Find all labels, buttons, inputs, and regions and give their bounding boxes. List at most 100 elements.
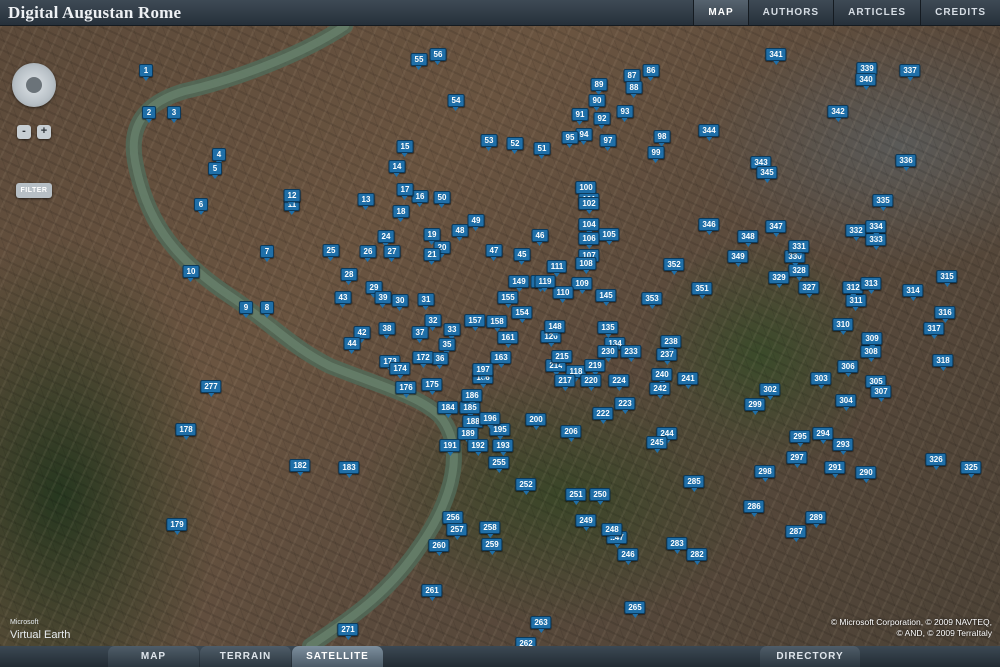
map-marker[interactable]: 196: [479, 411, 501, 429]
map-marker[interactable]: 88: [625, 81, 643, 99]
map-marker[interactable]: 27: [383, 245, 401, 263]
map-marker[interactable]: 242: [649, 381, 671, 399]
map-marker[interactable]: 224: [608, 373, 630, 391]
map-marker[interactable]: 12: [283, 189, 301, 207]
map-marker[interactable]: 344: [698, 124, 720, 142]
map-marker[interactable]: 25: [322, 244, 340, 262]
map-marker[interactable]: 265: [624, 600, 646, 618]
map-marker[interactable]: 191: [439, 439, 461, 457]
map-marker[interactable]: 54: [447, 94, 465, 112]
map-marker[interactable]: 157: [464, 313, 486, 331]
map-marker[interactable]: 306: [837, 359, 859, 377]
map-marker[interactable]: 193: [492, 439, 514, 457]
map-marker[interactable]: 285: [683, 474, 705, 492]
nav-authors[interactable]: AUTHORS: [747, 0, 833, 25]
map-marker[interactable]: 348: [737, 230, 759, 248]
map-marker[interactable]: 149: [508, 275, 530, 293]
map-marker[interactable]: 6: [194, 197, 208, 215]
map-marker[interactable]: 35: [438, 337, 456, 355]
map-marker[interactable]: 18: [392, 205, 410, 223]
map-marker[interactable]: 184: [437, 400, 459, 418]
map-marker[interactable]: 55: [410, 53, 428, 71]
map-marker[interactable]: 1: [139, 64, 153, 82]
map-marker[interactable]: 161: [497, 331, 519, 349]
map-marker[interactable]: 158: [486, 315, 508, 333]
map-marker[interactable]: 110: [552, 285, 574, 303]
tab-terrain[interactable]: TERRAIN: [200, 646, 291, 667]
map-marker[interactable]: 200: [525, 413, 547, 431]
map-marker[interactable]: 298: [754, 465, 776, 483]
map-marker[interactable]: 262: [515, 637, 537, 646]
map-marker[interactable]: 178: [175, 423, 197, 441]
map-marker[interactable]: 346: [698, 218, 720, 236]
map-marker[interactable]: 45: [513, 247, 531, 265]
map-marker[interactable]: 336: [895, 154, 917, 172]
map-marker[interactable]: 189: [457, 426, 479, 444]
map-marker[interactable]: 30: [391, 294, 409, 312]
map-marker[interactable]: 26: [359, 245, 377, 263]
zoom-in-button[interactable]: +: [37, 125, 51, 139]
map-marker[interactable]: 318: [932, 353, 954, 371]
map-marker[interactable]: 182: [289, 458, 311, 476]
map-marker[interactable]: 3: [167, 105, 181, 123]
map-marker[interactable]: 313: [860, 277, 882, 295]
map-marker[interactable]: 2: [142, 105, 156, 123]
map-marker[interactable]: 174: [389, 361, 411, 379]
pan-control[interactable]: [12, 63, 56, 107]
map-marker[interactable]: 14: [388, 159, 406, 177]
map-marker[interactable]: 97: [599, 134, 617, 152]
map-marker[interactable]: 259: [481, 537, 503, 555]
map-marker[interactable]: 15: [396, 139, 414, 157]
map-marker[interactable]: 31: [417, 293, 435, 311]
map-marker[interactable]: 310: [832, 317, 854, 335]
map-marker[interactable]: 206: [560, 424, 582, 442]
map-marker[interactable]: 53: [480, 134, 498, 152]
map-marker[interactable]: 183: [338, 461, 360, 479]
map-marker[interactable]: 33: [443, 323, 461, 341]
map-marker[interactable]: 326: [925, 452, 947, 470]
map-marker[interactable]: 287: [785, 525, 807, 543]
map-marker[interactable]: 176: [395, 381, 417, 399]
map-marker[interactable]: 294: [812, 426, 834, 444]
map-marker[interactable]: 238: [660, 334, 682, 352]
map-marker[interactable]: 17: [396, 183, 414, 201]
map-marker[interactable]: 246: [617, 547, 639, 565]
map-marker[interactable]: 24: [377, 229, 395, 247]
map-marker[interactable]: 260: [428, 539, 450, 557]
nav-articles[interactable]: ARTICLES: [833, 0, 920, 25]
satellite-map[interactable]: - + FILTER 12345678910111213141516171819…: [0, 26, 1000, 646]
map-marker[interactable]: 249: [575, 513, 597, 531]
map-marker[interactable]: 56: [429, 47, 447, 65]
directory-tab[interactable]: DIRECTORY: [760, 646, 860, 667]
map-marker[interactable]: 349: [727, 250, 749, 268]
map-marker[interactable]: 155: [497, 291, 519, 309]
map-marker[interactable]: 119: [534, 275, 556, 293]
map-marker[interactable]: 240: [651, 367, 673, 385]
map-marker[interactable]: 314: [902, 283, 924, 301]
map-marker[interactable]: 52: [506, 137, 524, 155]
map-marker[interactable]: 347: [765, 219, 787, 237]
map-marker[interactable]: 106: [578, 231, 600, 249]
map-marker[interactable]: 255: [488, 455, 510, 473]
map-marker[interactable]: 250: [589, 487, 611, 505]
map-marker[interactable]: 163: [490, 351, 512, 369]
map-marker[interactable]: 105: [598, 227, 620, 245]
map-marker[interactable]: 351: [691, 282, 713, 300]
map-marker[interactable]: 48: [451, 224, 469, 242]
map-marker[interactable]: 10: [182, 265, 200, 283]
map-marker[interactable]: 7: [260, 245, 274, 263]
map-marker[interactable]: 222: [592, 406, 614, 424]
map-marker[interactable]: 46: [531, 229, 549, 247]
map-marker[interactable]: 89: [590, 78, 608, 96]
map-marker[interactable]: 325: [960, 460, 982, 478]
map-marker[interactable]: 291: [824, 461, 846, 479]
map-marker[interactable]: 9: [239, 301, 253, 319]
map-marker[interactable]: 215: [551, 349, 573, 367]
map-marker[interactable]: 252: [515, 477, 537, 495]
map-marker[interactable]: 309: [861, 331, 883, 349]
map-marker[interactable]: 108: [575, 257, 597, 275]
map-marker[interactable]: 342: [827, 105, 849, 123]
tab-map[interactable]: MAP: [108, 646, 199, 667]
pan-center[interactable]: [26, 77, 42, 93]
map-marker[interactable]: 233: [620, 345, 642, 363]
